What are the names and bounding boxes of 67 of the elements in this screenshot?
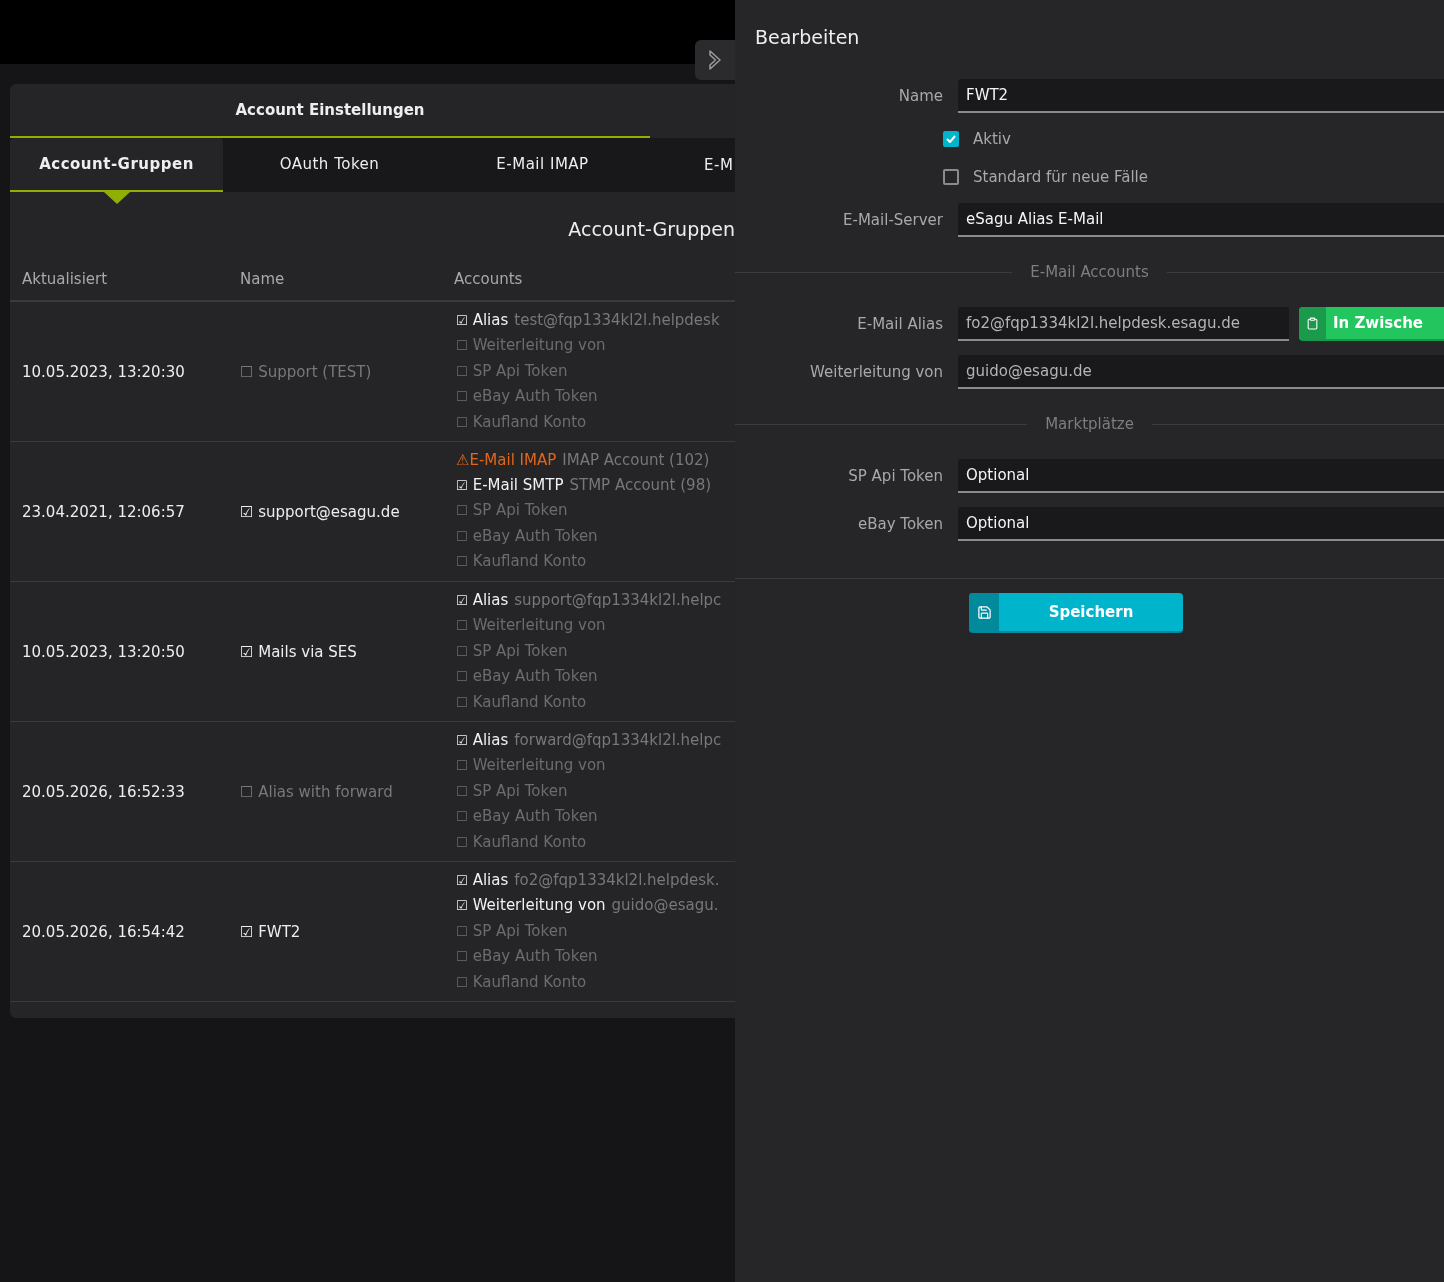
tab[interactable]: OAuth Token xyxy=(223,138,436,192)
account-entry: ☑ E-Mail SMTP STMP Account (98) xyxy=(456,474,713,496)
column-header: Aktualisiert xyxy=(22,270,108,288)
account-entry: ☐ SP Api Token xyxy=(456,500,569,522)
account-entry: ☐ SP Api Token xyxy=(456,360,569,382)
account-entry: ☑ Alias test@fqp1334kl2l.helpdesk xyxy=(456,309,721,331)
account-entry: ⚠E-Mail IMAP IMAP Account (102) xyxy=(456,450,711,471)
account-entry: ☐ Kaufland Konto xyxy=(456,831,588,853)
input-field[interactable]: eSagu Alias E-Mail xyxy=(958,203,1444,237)
field-label: Weiterleitung von xyxy=(809,363,944,381)
checkbox-label: Aktiv xyxy=(973,130,1011,148)
account-entry: ☐ Kaufland Konto xyxy=(456,551,588,573)
account-entry: ☑ Alias fo2@fqp1334kl2l.helpdesk. xyxy=(456,869,721,891)
account-entry: ☑ Alias forward@fqp1334kl2l.helpc xyxy=(456,729,723,751)
input-field[interactable]: fo2@fqp1334kl2l.helpdesk.esagu.de xyxy=(958,307,1289,341)
input-field[interactable]: FWT2 xyxy=(958,79,1444,113)
section-label: Marktplätze xyxy=(1044,415,1135,433)
section-title: Account-Gruppen xyxy=(568,218,735,240)
checkbox[interactable] xyxy=(943,131,959,147)
account-entry: ☐ Weiterleitung von xyxy=(456,615,607,637)
account-entry: ☑ Alias support@fqp1334kl2l.helpc xyxy=(456,589,723,611)
input-field[interactable]: Optional xyxy=(958,459,1444,493)
field-label: E-Mail-Server xyxy=(842,211,944,229)
checkbox-label: Standard für neue Fälle xyxy=(973,168,1148,186)
table-cell: 20.05.2026, 16:52:33 xyxy=(22,782,185,801)
table-cell: ☑ FWT2 xyxy=(240,922,301,941)
field-label: SP Api Token xyxy=(847,467,944,485)
check-icon xyxy=(946,135,956,143)
table-cell: ☑ support@esagu.de xyxy=(240,502,400,521)
table-cell: 10.05.2023, 13:20:30 xyxy=(22,362,185,381)
account-entry: ☐ SP Api Token xyxy=(456,640,569,662)
drawer-title: Bearbeiten xyxy=(755,26,860,48)
table-cell: 20.05.2026, 16:54:42 xyxy=(22,922,185,941)
clipboard-icon xyxy=(1306,316,1319,330)
input-field[interactable]: Optional xyxy=(958,507,1444,541)
account-entry: ☐ Kaufland Konto xyxy=(456,691,588,713)
column-header: Name xyxy=(240,270,285,288)
account-entry: ☐ Weiterleitung von xyxy=(456,335,607,357)
account-entry: ☐ Kaufland Konto xyxy=(456,971,588,993)
input-field[interactable]: guido@esagu.de xyxy=(958,355,1444,389)
field-label: eBay Token xyxy=(856,515,944,533)
account-entry: ☐ eBay Auth Token xyxy=(456,386,599,408)
table-cell: ☐ Alias with forward xyxy=(240,782,393,801)
checkbox[interactable] xyxy=(943,169,959,185)
account-entry: ☐ eBay Auth Token xyxy=(456,946,599,968)
account-entry: ☐ Kaufland Konto xyxy=(456,411,588,433)
account-entry: ☑ Weiterleitung von guido@esagu. xyxy=(456,895,720,917)
table-cell: ☐ Support (TEST) xyxy=(240,362,372,381)
account-entry: ☐ eBay Auth Token xyxy=(456,806,599,828)
collapse-button[interactable] xyxy=(695,40,735,80)
table-cell: 10.05.2023, 13:20:50 xyxy=(22,642,185,661)
account-entry: ☐ Weiterleitung von xyxy=(456,755,607,777)
table-cell: 23.04.2021, 12:06:57 xyxy=(22,502,185,521)
tab[interactable]: E-Mail IMAP xyxy=(436,138,649,192)
column-header: Accounts xyxy=(454,270,523,288)
tab[interactable]: E-M xyxy=(649,138,735,192)
section-label: E-Mail Accounts xyxy=(1029,263,1150,281)
account-entry: ☐ eBay Auth Token xyxy=(456,666,599,688)
account-entry: ☐ SP Api Token xyxy=(456,780,569,802)
account-entry: ☐ SP Api Token xyxy=(456,920,569,942)
table-cell: ☑ Mails via SES xyxy=(240,642,357,661)
chevron-icon xyxy=(707,49,723,71)
save-icon xyxy=(976,604,992,620)
tab-pointer-icon xyxy=(103,192,130,204)
field-label: Name xyxy=(897,87,944,105)
field-label: E-Mail Alias xyxy=(856,315,944,333)
account-entry: ☐ eBay Auth Token xyxy=(456,525,599,547)
